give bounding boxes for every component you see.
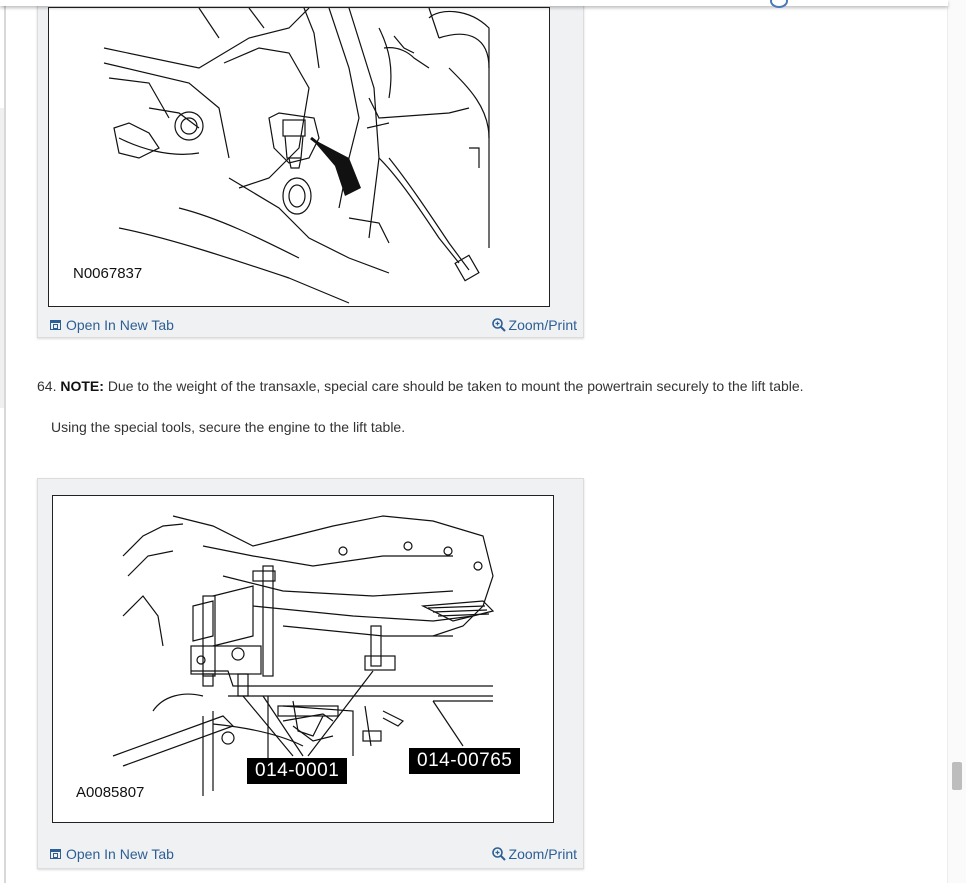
- open-in-new-tab-icon: [50, 849, 61, 859]
- step-number: 64.: [37, 378, 57, 394]
- zoom-print-label: Zoom/Print: [508, 846, 577, 862]
- figure-1-image-id: N0067837: [73, 265, 143, 282]
- top-toolbar-edge: [0, 0, 948, 8]
- note-text: Due to the weight of the transaxle, spec…: [107, 378, 804, 394]
- zoom-print-label: Zoom/Print: [508, 317, 577, 333]
- engine-mount-illustration: [103, 8, 490, 304]
- figure-1-toolbar: Open In New Tab Zoom/Print: [38, 313, 583, 337]
- left-border: [4, 0, 6, 883]
- figure-1-zoom-print-link[interactable]: Zoom/Print: [491, 317, 577, 333]
- figure-2-image: 014-0001 014-00765 A0085807: [52, 495, 554, 823]
- figure-2-zoom-print-link[interactable]: Zoom/Print: [491, 846, 577, 862]
- zoom-magnifier-icon: [491, 847, 506, 861]
- figure-2-toolbar: Open In New Tab Zoom/Print: [38, 842, 583, 866]
- figure-1-image: N0067837: [48, 7, 550, 307]
- figure-2-open-new-tab-link[interactable]: Open In New Tab: [50, 846, 174, 862]
- vertical-scrollbar[interactable]: [947, 0, 966, 883]
- callout-tool-014-0001: 014-0001: [247, 758, 348, 784]
- open-in-new-tab-icon: [50, 320, 61, 330]
- scrollbar-thumb[interactable]: [952, 762, 962, 790]
- step-64-instruction: Using the special tools, secure the engi…: [51, 419, 406, 435]
- step-64-note: 64. NOTE: Due to the weight of the trans…: [37, 378, 804, 394]
- callout-tool-014-00765: 014-00765: [409, 748, 521, 774]
- figure-1: N0067837 Open In New Tab Zoom/Print: [37, 0, 584, 338]
- open-new-tab-label: Open In New Tab: [66, 317, 174, 333]
- toolbar-partial-icon: [770, 0, 788, 8]
- zoom-magnifier-icon: [491, 318, 506, 332]
- figure-1-open-new-tab-link[interactable]: Open In New Tab: [50, 317, 174, 333]
- left-panel-edge: [0, 108, 4, 408]
- note-label: NOTE:: [60, 378, 104, 394]
- open-new-tab-label: Open In New Tab: [66, 846, 174, 862]
- figure-2-image-id: A0085807: [76, 784, 145, 801]
- figure-2: 014-0001 014-00765 A0085807 Open In New …: [37, 478, 584, 869]
